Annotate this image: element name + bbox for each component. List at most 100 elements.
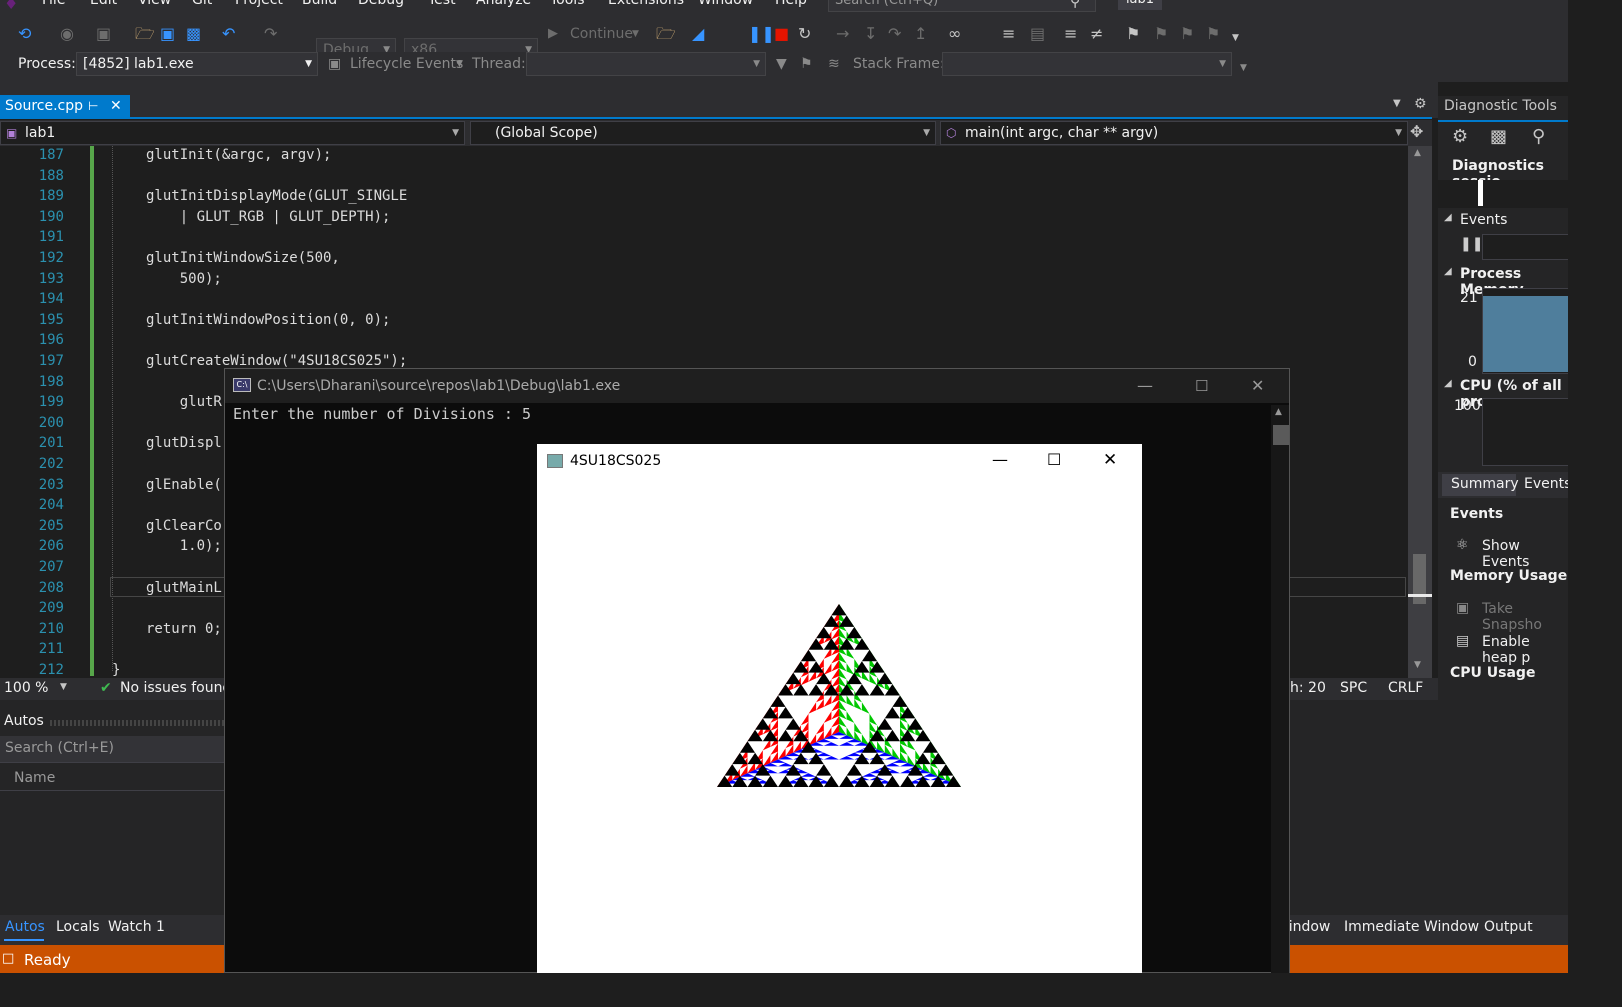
clear-bookmarks-icon[interactable]: ⚑ [1206,24,1220,44]
process-dropdown[interactable]: [4852] lab1.exe ▼ [76,52,318,76]
hex-display-icon[interactable]: ∞ [948,24,961,44]
step-into-icon[interactable]: ↧ [864,24,877,44]
restart-icon[interactable]: ↻ [798,24,811,44]
back-icon[interactable]: ⟲ [18,24,31,44]
scope-dropdown[interactable]: (Global Scope) ▼ [470,121,936,145]
menu-file[interactable]: File [42,0,65,8]
layout-icon[interactable]: ▤ [1030,24,1045,44]
pause-events-icon[interactable]: ❚❚ [1460,236,1483,252]
stack-frame-dropdown[interactable]: ▼ [942,52,1232,76]
show-events-link[interactable]: Show Events [1482,538,1568,570]
menu-project[interactable]: Project [235,0,283,8]
scroll-down-icon[interactable]: ▼ [1414,660,1421,670]
menu-window[interactable]: Window [698,0,753,8]
glut-window[interactable]: 4SU18CS025 — ☐ ✕ [537,444,1142,973]
menu-analyze[interactable]: Analyze [476,0,531,8]
menu-help[interactable]: Help [775,0,807,8]
prev-bookmark-icon[interactable]: ⚑ [1154,24,1168,44]
menu-build[interactable]: Build [302,0,337,8]
continue-icon[interactable]: ▶ [548,24,558,44]
console-scrollbar[interactable]: ▲ [1271,405,1289,973]
folder-icon[interactable]: 🗁 [656,24,676,44]
zoom-level[interactable]: 100 % [4,680,48,696]
tab-events[interactable]: Events [1524,476,1568,492]
tab-locals[interactable]: Locals [56,919,100,935]
settings-icon[interactable]: ⚙ [1452,126,1468,147]
undo-icon[interactable]: ↶ [222,24,235,44]
search-input[interactable]: Search (Ctrl+Q) [828,0,1096,12]
tab-command-window[interactable]: /indow [1284,919,1330,935]
forward-icon[interactable]: ◉ [60,24,74,44]
take-snapshot-button[interactable]: Take Snapsho [1482,601,1568,633]
tab-immediate-window[interactable]: Immediate Window [1344,919,1479,935]
step-out-icon[interactable]: ↥ [914,24,927,44]
whitespace-mode[interactable]: SPC [1340,680,1367,696]
chevron-down-icon[interactable]: ▼ [632,24,639,44]
filter-icon[interactable]: ▼ [776,52,787,76]
tab-autos[interactable]: Autos [5,919,45,935]
maximize-icon[interactable]: ☐ [1195,369,1208,403]
editor-vertical-scrollbar[interactable]: ▲ ▼ [1408,146,1432,678]
continue-button[interactable]: Continue [570,24,633,44]
collapse-icon[interactable]: ◢ [1444,212,1452,223]
bookmark-icon[interactable]: ⚑ [1126,24,1140,44]
zoom-in-icon[interactable]: ⚲ [1532,126,1545,147]
lifecycle-events-button[interactable]: Lifecycle Events [350,52,463,76]
thread-dropdown[interactable]: ▼ [526,52,766,76]
browser-icon[interactable]: ◢ [692,24,704,44]
close-icon[interactable]: ✕ [110,95,122,117]
new-item-icon[interactable]: ▣ [96,24,111,44]
thread-icon[interactable]: ≡ [1002,24,1015,44]
tab-watch-1[interactable]: Watch 1 [108,919,165,935]
toolbar-overflow-icon[interactable]: ▼ [1232,28,1239,48]
close-icon[interactable]: ✕ [1251,369,1264,403]
column-name-header[interactable]: Name [14,770,55,786]
minimize-icon[interactable]: — [1137,369,1153,403]
member-dropdown[interactable]: ⬡ main(int argc, char ** argv) ▼ [940,121,1408,145]
save-icon[interactable]: ▣ [160,24,175,44]
stack-icon[interactable]: ≋ [828,52,840,76]
autos-search-input[interactable]: Search (Ctrl+E) [0,736,224,763]
console-title-bar[interactable]: C:\ C:\Users\Dharani\source\repos\lab1\D… [225,369,1289,403]
open-folder-icon[interactable]: 🗁 [135,24,155,44]
collapse-icon[interactable]: ◢ [1444,266,1452,277]
menu-edit[interactable]: Edit [90,0,117,8]
enable-heap-button[interactable]: Enable heap p [1482,634,1568,666]
pause-icon[interactable]: ❚❚ [748,24,775,44]
menu-git[interactable]: Git [192,0,212,8]
gear-icon[interactable]: ⚙ [1414,96,1427,112]
next-bookmark-icon[interactable]: ⚑ [1180,24,1194,44]
panel-grip[interactable] [50,720,224,726]
step-over-icon[interactable]: ↷ [888,24,901,44]
comment-icon[interactable]: ≡ [1064,24,1077,44]
chevron-down-icon[interactable]: ▼ [60,682,67,692]
line-ending[interactable]: CRLF [1388,680,1423,696]
export-icon[interactable]: ▩ [1490,126,1507,147]
search-icon[interactable]: ⚲ [1070,0,1080,10]
split-editor-icon[interactable]: ✥ [1410,122,1423,141]
vs-logo-icon[interactable]: ♦ [4,0,18,13]
collapse-icon[interactable]: ◢ [1444,378,1452,389]
cpu-graph[interactable] [1482,398,1568,466]
save-all-icon[interactable]: ▩ [186,24,201,44]
stop-icon[interactable]: ■ [774,24,789,44]
lifecycle-events-icon[interactable]: ▣ [328,52,341,76]
tab-output[interactable]: Output [1484,919,1533,935]
pin-icon[interactable]: ⊢ [88,95,98,117]
uncomment-icon[interactable]: ≠ [1090,24,1103,44]
toolbar-overflow-icon[interactable]: ▼ [1240,56,1247,80]
redo-icon[interactable]: ↷ [264,24,277,44]
show-next-statement-icon[interactable]: → [836,24,849,44]
menu-tools[interactable]: Tools [550,0,585,8]
flag-icon[interactable]: ⚑ [800,52,813,76]
issues-status[interactable]: No issues found [120,680,231,696]
tab-source-cpp[interactable]: Source.cpp ⊢ ✕ [0,95,130,117]
timeline-cursor[interactable] [1478,180,1483,206]
scroll-up-icon[interactable]: ▲ [1414,148,1421,158]
project-dropdown[interactable]: ▣ lab1 ▼ [0,121,465,145]
scroll-up-icon[interactable]: ▲ [1275,407,1282,417]
menu-view[interactable]: View [138,0,171,8]
scroll-thumb[interactable] [1273,425,1289,445]
cursor-position[interactable]: h: 20 [1290,680,1326,696]
menu-extensions[interactable]: Extensions [608,0,684,8]
